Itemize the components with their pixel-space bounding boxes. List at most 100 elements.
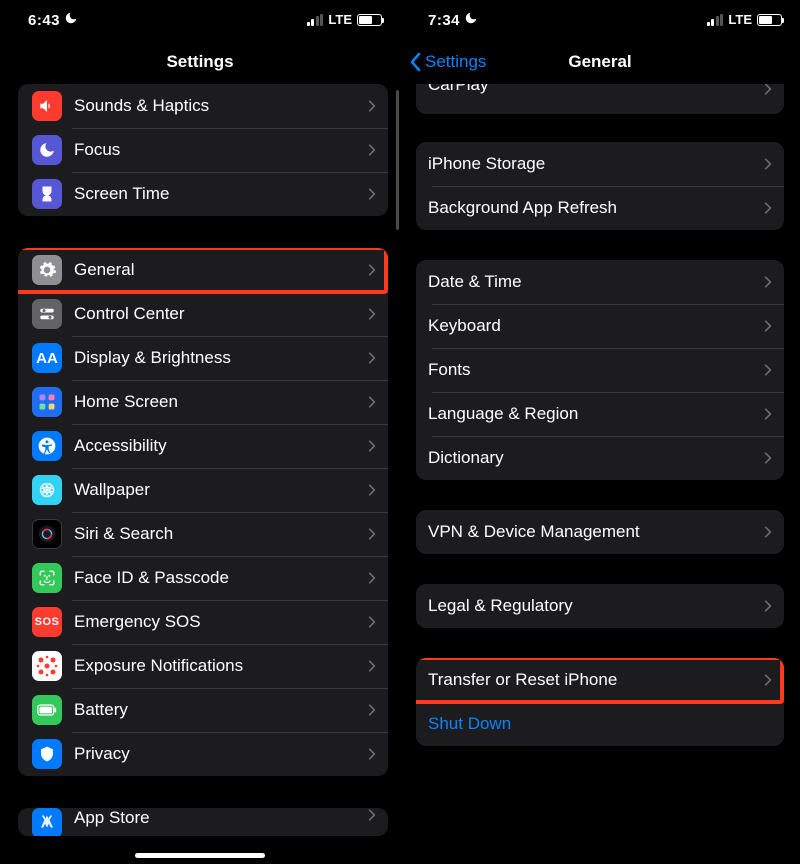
row-label: Shut Down [428, 714, 772, 734]
chevron-right-icon [368, 143, 376, 157]
row-label: Battery [74, 700, 368, 720]
faceid-icon [32, 563, 62, 593]
dnd-moon-icon [64, 11, 78, 25]
row-exposure[interactable]: Exposure Notifications [18, 644, 388, 688]
row-label: Language & Region [428, 404, 764, 424]
row-display[interactable]: AA Display & Brightness [18, 336, 388, 380]
row-label: Sounds & Haptics [74, 96, 368, 116]
home-indicator[interactable] [135, 853, 265, 858]
battery-icon [32, 695, 62, 725]
signal-icon [707, 14, 724, 26]
general-screen: 7:34 LTE Settings General CarPlay iPhone … [400, 0, 800, 864]
settings-screen: 6:43 LTE Settings Sounds & HapticsFocusS… [0, 0, 400, 864]
chevron-right-icon [764, 84, 772, 96]
row-battery[interactable]: Battery [18, 688, 388, 732]
chevron-right-icon [764, 673, 772, 687]
chevron-right-icon [368, 527, 376, 541]
row-general[interactable]: General [18, 248, 388, 292]
chevron-right-icon [368, 747, 376, 761]
row-privacy[interactable]: Privacy [18, 732, 388, 776]
row-siri[interactable]: Siri & Search [18, 512, 388, 556]
chevron-right-icon [368, 439, 376, 453]
sos-icon: SOS [32, 607, 62, 637]
row-screentime[interactable]: Screen Time [18, 172, 388, 216]
row-label: Control Center [74, 304, 368, 324]
row-label: Display & Brightness [74, 348, 368, 368]
chevron-right-icon [368, 395, 376, 409]
sounds-icon [32, 91, 62, 121]
row-label: Date & Time [428, 272, 764, 292]
row-legal[interactable]: Legal & Regulatory [416, 584, 784, 628]
row-reset[interactable]: Transfer or Reset iPhone [416, 658, 784, 702]
back-button[interactable]: Settings [410, 40, 486, 84]
row-appstore[interactable]: App Store [18, 808, 388, 836]
access-icon [32, 431, 62, 461]
row-label: Screen Time [74, 184, 368, 204]
row-datetime[interactable]: Date & Time [416, 260, 784, 304]
chevron-right-icon [368, 703, 376, 717]
siri-icon [32, 519, 62, 549]
row-access[interactable]: Accessibility [18, 424, 388, 468]
row-focus[interactable]: Focus [18, 128, 388, 172]
chevron-right-icon [764, 201, 772, 215]
row-bg[interactable]: Background App Refresh [416, 186, 784, 230]
row-lang[interactable]: Language & Region [416, 392, 784, 436]
display-icon: AA [32, 343, 62, 373]
status-time: 6:43 [28, 12, 60, 29]
row-label: Focus [74, 140, 368, 160]
row-label: Emergency SOS [74, 612, 368, 632]
row-label: Exposure Notifications [74, 656, 368, 676]
row-label: Face ID & Passcode [74, 568, 368, 588]
battery-icon [757, 14, 782, 26]
chevron-right-icon [368, 263, 376, 277]
row-label: iPhone Storage [428, 154, 764, 174]
row-control[interactable]: Control Center [18, 292, 388, 336]
settings-list: Sounds & Haptics Focus Screen Time General C… [0, 84, 400, 836]
signal-icon [307, 14, 324, 26]
row-dict[interactable]: Dictionary [416, 436, 784, 480]
chevron-right-icon [764, 275, 772, 289]
wallpaper-icon [32, 475, 62, 505]
home-icon [32, 387, 62, 417]
chevron-right-icon [764, 407, 772, 421]
status-bar: 7:34 LTE [400, 0, 800, 40]
row-label: Siri & Search [74, 524, 368, 544]
row-label: App Store [74, 808, 368, 828]
network-label: LTE [328, 12, 352, 27]
chevron-right-icon [368, 571, 376, 585]
row-shutdown[interactable]: Shut Down [416, 702, 784, 746]
general-list: CarPlay iPhone Storage Background App Refr… [400, 84, 800, 746]
chevron-right-icon [368, 99, 376, 113]
chevron-right-icon [368, 659, 376, 673]
row-label: Privacy [74, 744, 368, 764]
row-label: Background App Refresh [428, 198, 764, 218]
chevron-right-icon [368, 808, 376, 822]
row-sos[interactable]: SOS Emergency SOS [18, 600, 388, 644]
row-label: CarPlay [428, 84, 764, 95]
row-vpn[interactable]: VPN & Device Management [416, 510, 784, 554]
row-label: Dictionary [428, 448, 764, 468]
network-label: LTE [728, 12, 752, 27]
row-sounds[interactable]: Sounds & Haptics [18, 84, 388, 128]
back-label: Settings [425, 52, 486, 72]
scroll-indicator[interactable] [396, 90, 399, 230]
dnd-moon-icon [464, 11, 478, 25]
row-fonts[interactable]: Fonts [416, 348, 784, 392]
status-time: 7:34 [428, 12, 460, 29]
chevron-right-icon [764, 157, 772, 171]
screentime-icon [32, 179, 62, 209]
row-storage[interactable]: iPhone Storage [416, 142, 784, 186]
row-faceid[interactable]: Face ID & Passcode [18, 556, 388, 600]
row-label: Transfer or Reset iPhone [428, 670, 764, 690]
header: Settings General [400, 40, 800, 84]
row-carplay[interactable]: CarPlay [416, 84, 784, 114]
general-icon [32, 255, 62, 285]
exposure-icon [32, 651, 62, 681]
page-title: Settings [0, 40, 400, 84]
row-home[interactable]: Home Screen [18, 380, 388, 424]
row-wallpaper[interactable]: Wallpaper [18, 468, 388, 512]
chevron-right-icon [368, 187, 376, 201]
row-keyboard[interactable]: Keyboard [416, 304, 784, 348]
chevron-right-icon [764, 451, 772, 465]
row-label: Keyboard [428, 316, 764, 336]
